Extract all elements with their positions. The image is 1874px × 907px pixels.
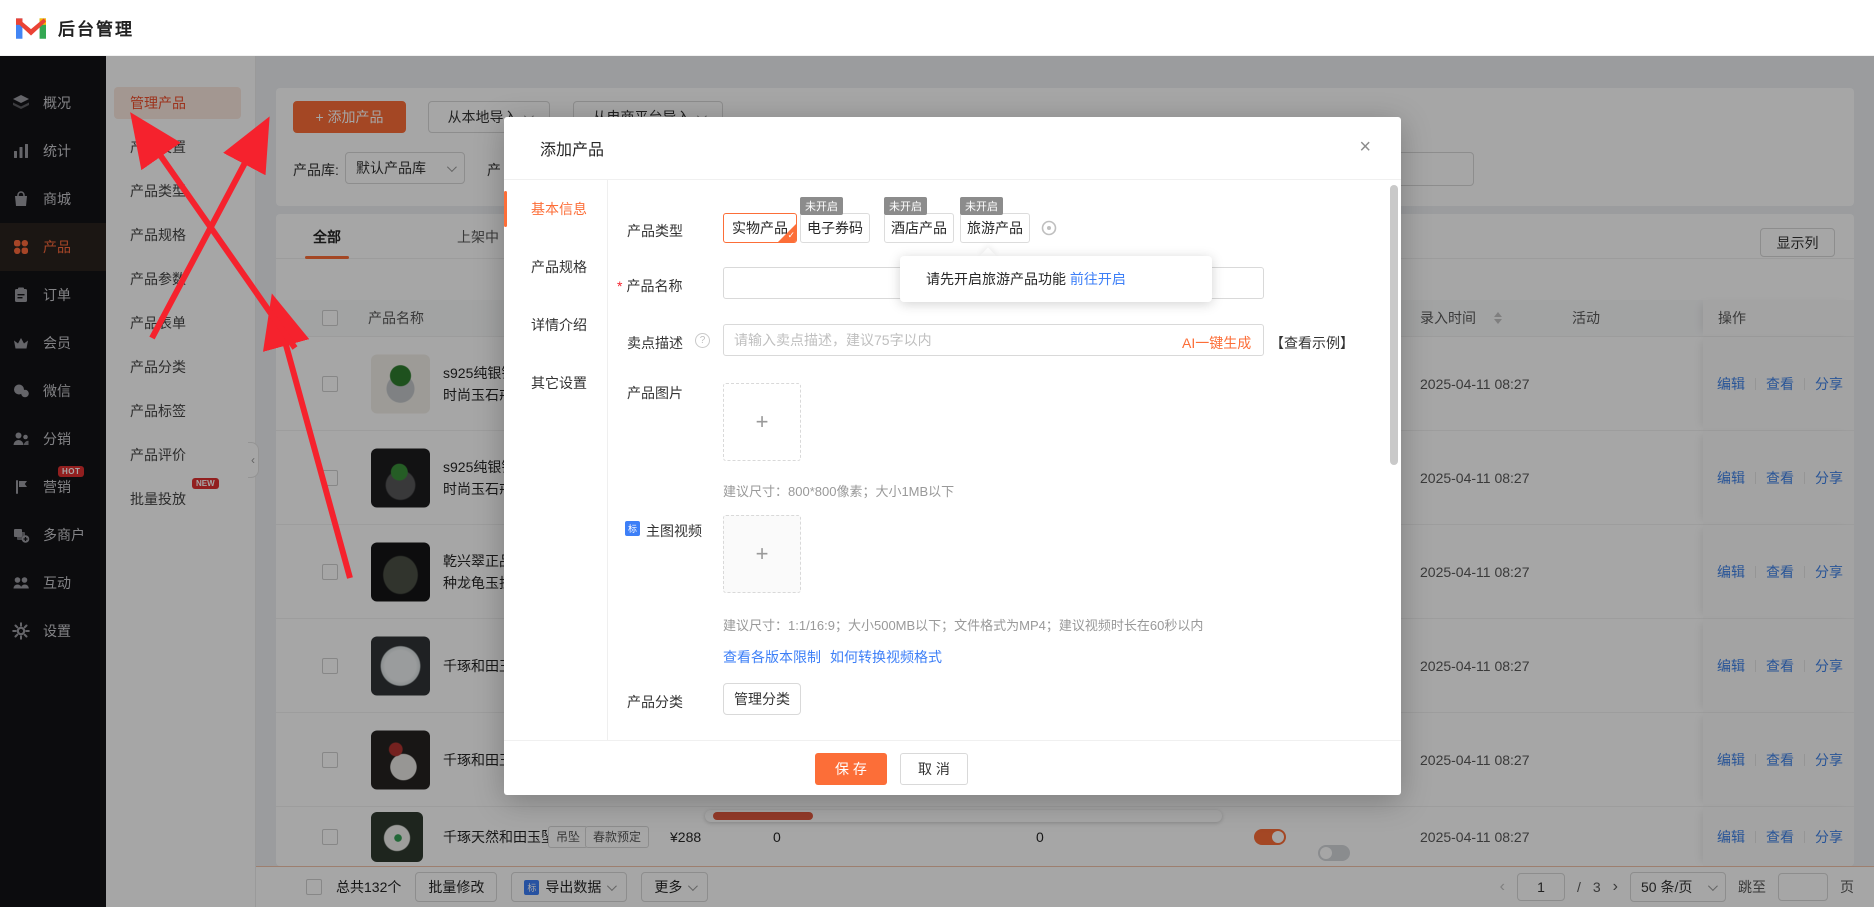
- type-option-travel[interactable]: 旅游产品: [960, 213, 1030, 243]
- modal-tab-label: 其它设置: [531, 373, 587, 393]
- save-button[interactable]: 保 存: [815, 753, 887, 785]
- modal-tab-basic-info[interactable]: 基本信息: [504, 180, 607, 238]
- modal-tab-label: 产品规格: [531, 257, 587, 277]
- close-icon[interactable]: ×: [1359, 137, 1371, 157]
- manage-category-button[interactable]: 管理分类: [723, 683, 801, 715]
- category-field-label: 产品分类: [627, 692, 683, 712]
- type-field-label: 产品类型: [627, 221, 683, 241]
- ai-generate-link[interactable]: AI一键生成: [1182, 333, 1251, 353]
- app-root: 后台管理 概况 统计 商城 产品 订单 会员 微信: [0, 0, 1874, 907]
- gmail-logo-icon: [16, 16, 46, 39]
- top-bar: 后台管理: [0, 0, 1874, 56]
- desc-field-label: 卖点描述: [627, 333, 683, 353]
- view-example-link[interactable]: 【查看示例】: [1270, 333, 1354, 353]
- help-icon[interactable]: ?: [695, 333, 710, 348]
- not-enabled-badge: 未开启: [800, 197, 843, 215]
- modal-tab-other[interactable]: 其它设置: [504, 354, 607, 412]
- biao-badge: 标: [625, 521, 640, 536]
- modal-tab-detail[interactable]: 详情介绍: [504, 296, 607, 354]
- name-field-label: *产品名称: [617, 276, 682, 296]
- eye-icon[interactable]: [1040, 219, 1058, 240]
- type-option-label: 旅游产品: [967, 218, 1023, 238]
- modal-title: 添加产品: [540, 136, 604, 160]
- type-option-hotel[interactable]: 酒店产品: [884, 213, 954, 243]
- image-upload-box[interactable]: +: [723, 383, 801, 461]
- plus-icon: +: [756, 541, 769, 567]
- version-limit-link[interactable]: 查看各版本限制: [723, 647, 821, 667]
- type-option-label: 电子券码: [807, 218, 863, 238]
- not-enabled-badge: 未开启: [884, 197, 927, 215]
- type-option-physical[interactable]: 实物产品 ✓: [723, 213, 797, 243]
- modal-tab-column: 基本信息 产品规格 详情介绍 其它设置: [504, 180, 608, 740]
- convert-format-link[interactable]: 如何转换视频格式: [830, 647, 942, 667]
- modal-tab-label: 基本信息: [531, 199, 587, 219]
- image-size-hint: 建议尺寸：800*800像素；大小1MB以下: [723, 481, 954, 500]
- modal-footer: 保 存 取 消: [504, 740, 1401, 795]
- video-upload-box[interactable]: +: [723, 515, 801, 593]
- modal-tab-specs[interactable]: 产品规格: [504, 238, 607, 296]
- manage-category-label: 管理分类: [734, 689, 790, 709]
- enable-now-link[interactable]: 前往开启: [1070, 269, 1126, 289]
- type-option-evoucher[interactable]: 电子券码: [800, 213, 870, 243]
- app-title: 后台管理: [58, 15, 134, 40]
- cancel-button[interactable]: 取 消: [900, 753, 968, 785]
- modal-tab-label: 详情介绍: [531, 315, 587, 335]
- video-field-label: 主图视频: [646, 521, 702, 541]
- plus-icon: +: [756, 409, 769, 435]
- type-option-label: 酒店产品: [891, 218, 947, 238]
- selected-check-icon: ✓: [778, 224, 796, 242]
- modal-header: 添加产品 ×: [504, 117, 1401, 180]
- not-enabled-badge: 未开启: [960, 197, 1003, 215]
- modal-scrollbar-thumb[interactable]: [1390, 185, 1398, 465]
- travel-feature-tooltip: 请先开启旅游产品功能 前往开启: [900, 256, 1212, 302]
- video-size-hint: 建议尺寸：1:1/16:9；大小500MB以下；文件格式为MP4；建议视频时长在…: [723, 615, 1203, 634]
- image-field-label: 产品图片: [627, 383, 683, 403]
- add-product-modal: 添加产品 × 基本信息 产品规格 详情介绍 其它设置 产品类型 实物产品 ✓ 未…: [504, 117, 1401, 795]
- tooltip-text: 请先开启旅游产品功能: [926, 269, 1066, 289]
